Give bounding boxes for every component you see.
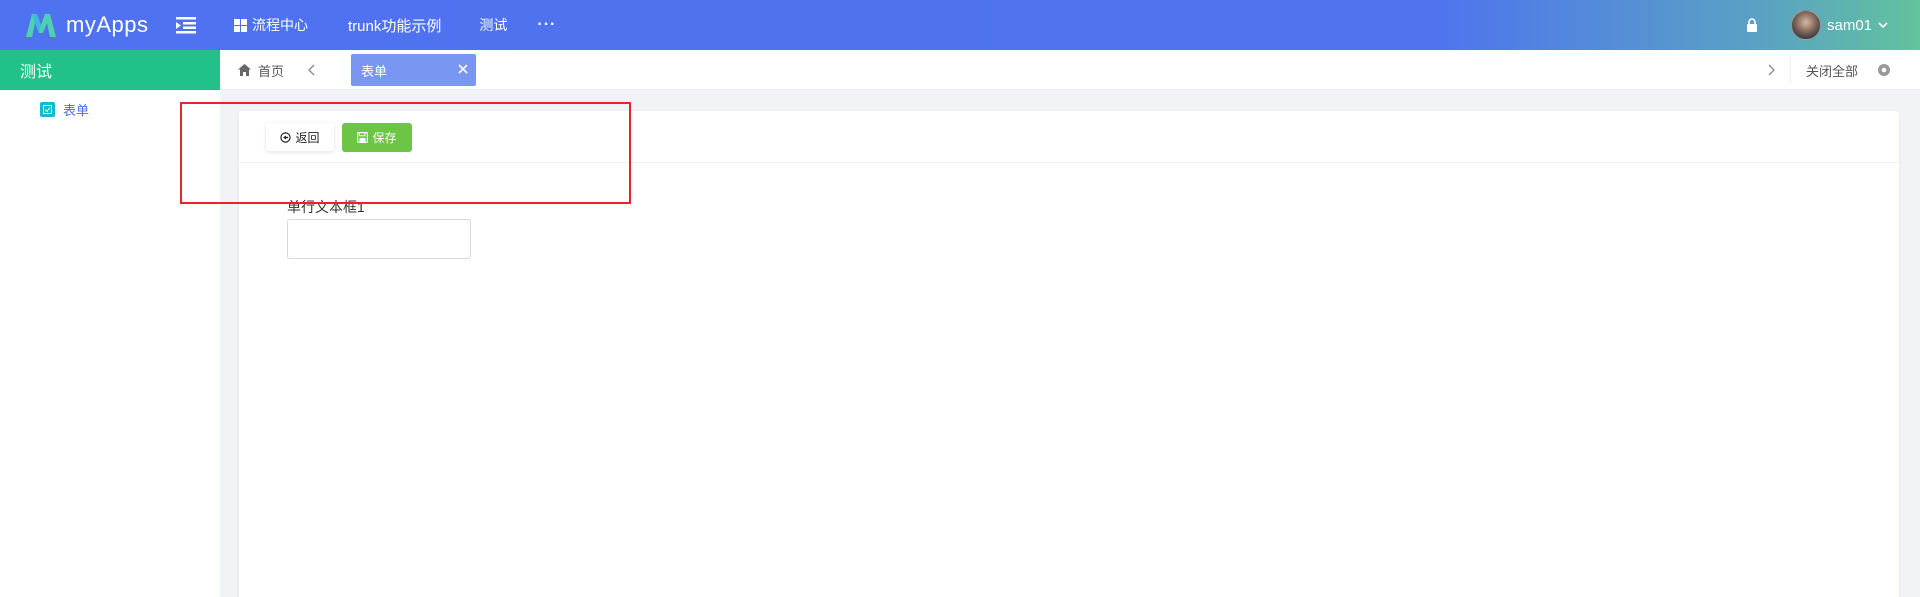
form-toolbar: 返回 保存 bbox=[239, 111, 1899, 163]
save-button[interactable]: 保存 bbox=[342, 123, 412, 152]
form-icon bbox=[40, 102, 55, 117]
sidebar-header: 测试 bbox=[0, 50, 220, 90]
back-icon bbox=[280, 131, 292, 143]
single-line-text-input[interactable] bbox=[287, 219, 471, 259]
tab-label: 表单 bbox=[361, 63, 388, 79]
username: sam01 bbox=[1827, 16, 1873, 34]
gear-icon[interactable] bbox=[1877, 63, 1891, 77]
nav-item-trunk-examples[interactable]: trunk功能示例 bbox=[348, 15, 441, 36]
chevron-left-icon[interactable] bbox=[304, 62, 320, 78]
lock-icon[interactable] bbox=[1746, 18, 1758, 32]
back-label: 返回 bbox=[295, 130, 320, 145]
sidebar: 测试 表单 bbox=[0, 50, 220, 597]
avatar bbox=[1791, 10, 1821, 40]
divider bbox=[1790, 56, 1791, 84]
tab-label: 首页 bbox=[258, 63, 285, 79]
field-label: 单行文本框1 bbox=[287, 199, 365, 215]
close-all-button[interactable]: 关闭全部 bbox=[1806, 50, 1858, 90]
top-navbar: myApps 流程中心 trunk功能示例 测试 ··· sam01 bbox=[0, 0, 1920, 50]
tab-form[interactable]: 表单 bbox=[351, 54, 476, 86]
save-icon bbox=[357, 132, 369, 143]
nav-item-test[interactable]: 测试 bbox=[479, 15, 507, 35]
chevron-down-icon bbox=[1878, 22, 1888, 29]
nav-more-button[interactable]: ··· bbox=[537, 16, 556, 34]
nav-label: 测试 bbox=[479, 17, 508, 33]
more-icon: ··· bbox=[537, 16, 557, 33]
app-logo[interactable]: myApps bbox=[24, 8, 148, 42]
nav-label: trunk功能示例 bbox=[348, 17, 442, 35]
app-name: myApps bbox=[66, 12, 149, 37]
top-nav: 流程中心 trunk功能示例 测试 ··· bbox=[234, 0, 556, 50]
nav-label: 流程中心 bbox=[252, 17, 308, 33]
sidebar-item-label: 表单 bbox=[63, 103, 90, 118]
close-icon[interactable] bbox=[457, 63, 469, 75]
user-menu[interactable]: sam01 bbox=[1791, 10, 1888, 40]
home-icon bbox=[238, 64, 251, 76]
back-button[interactable]: 返回 bbox=[266, 123, 334, 151]
chevron-right-icon[interactable] bbox=[1763, 62, 1779, 78]
form-card: 返回 保存 单行文本框1 bbox=[239, 111, 1899, 597]
menu-toggle-icon[interactable] bbox=[176, 16, 196, 34]
tab-home[interactable]: 首页 bbox=[238, 50, 284, 90]
tabs-bar: 首页 表单 关闭全部 bbox=[220, 50, 1920, 90]
logo-icon bbox=[26, 14, 56, 37]
nav-item-process-center[interactable]: 流程中心 bbox=[234, 15, 308, 35]
sidebar-item-form[interactable]: 表单 bbox=[40, 100, 89, 119]
grid-icon bbox=[234, 18, 247, 32]
save-label: 保存 bbox=[372, 131, 397, 145]
